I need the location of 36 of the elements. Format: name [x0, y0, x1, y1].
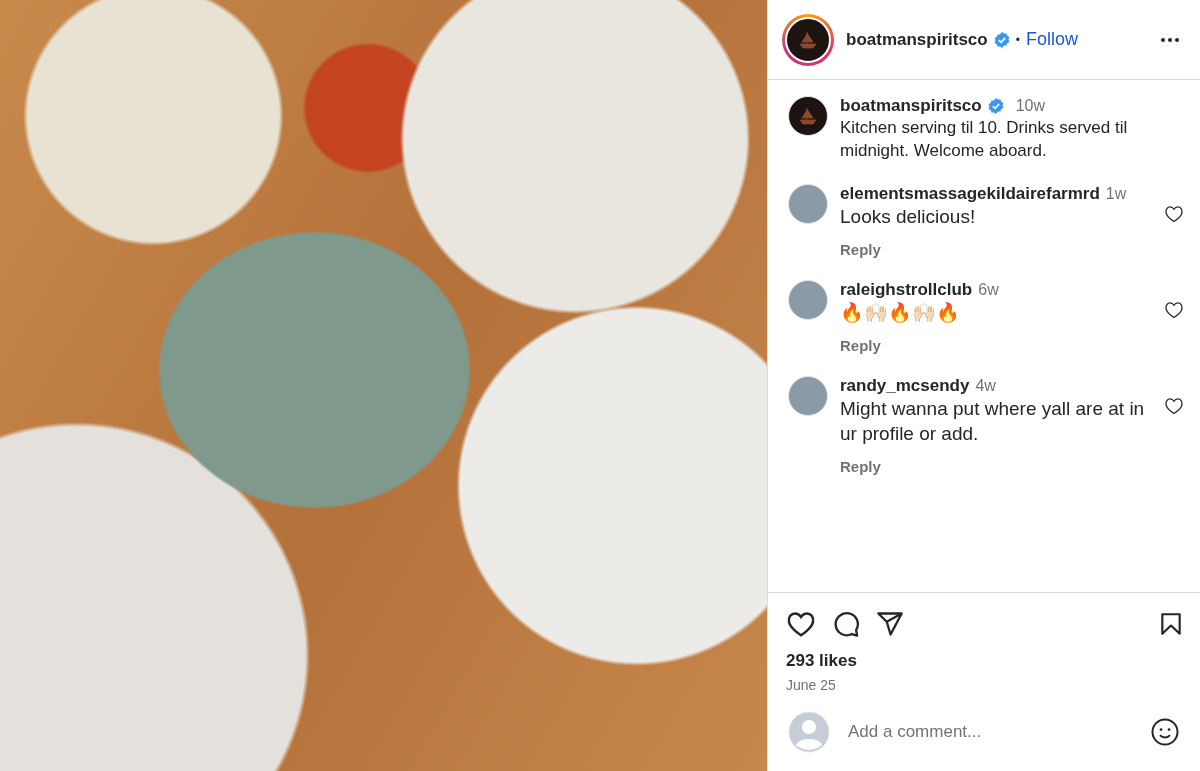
post-date: June 25 — [786, 677, 837, 693]
comment-text: Might wanna put where yall are at in ur profile or add. — [840, 397, 1146, 446]
user-silhouette-icon — [788, 711, 830, 753]
reply-button[interactable]: Reply — [840, 241, 881, 258]
commenter-username[interactable]: elementsmassagekildairefarmrd — [840, 184, 1100, 204]
commenter-avatar[interactable] — [788, 280, 828, 320]
ship-logo-icon — [797, 105, 819, 127]
commenter-username[interactable]: randy_mcsendy — [840, 376, 970, 396]
reply-button[interactable]: Reply — [840, 337, 881, 354]
comment-text: Looks delicious! — [840, 205, 977, 229]
caption-avatar[interactable] — [788, 96, 828, 136]
caption-time: 10w — [1015, 97, 1046, 115]
emoji-button[interactable] — [1150, 717, 1180, 747]
commenter-avatar[interactable] — [788, 184, 828, 224]
comment-button[interactable] — [832, 610, 860, 638]
commenter-avatar[interactable] — [788, 376, 828, 416]
comment-time: 6w — [978, 281, 999, 299]
like-comment-button[interactable] — [1164, 300, 1184, 320]
like-button[interactable] — [786, 609, 816, 639]
caption-text: Kitchen serving til 10. Drinks served til midnight. Welcome aboard. — [840, 117, 1129, 162]
comment-time: 1w — [1105, 185, 1127, 203]
commenter-username[interactable]: raleighstrollclub — [840, 280, 973, 300]
share-button[interactable] — [876, 610, 904, 638]
comment-time: 4w — [975, 377, 996, 395]
account-username[interactable]: boatmanspiritsco — [846, 29, 988, 50]
like-comment-button[interactable] — [1164, 204, 1184, 224]
separator-dot: • — [1015, 32, 1020, 47]
likes-count[interactable]: 293 likes — [786, 651, 1184, 671]
bookmark-button[interactable] — [1158, 610, 1184, 638]
like-comment-button[interactable] — [1164, 396, 1184, 416]
caption-username[interactable]: boatmanspiritsco — [840, 96, 982, 116]
more-dots-icon — [1160, 36, 1180, 43]
reply-button[interactable]: Reply — [840, 458, 881, 475]
account-avatar[interactable] — [785, 16, 831, 63]
comment-text: 🔥🙌🏻🔥🙌🏻🔥 — [840, 301, 961, 325]
follow-button[interactable]: Follow — [1025, 29, 1078, 50]
